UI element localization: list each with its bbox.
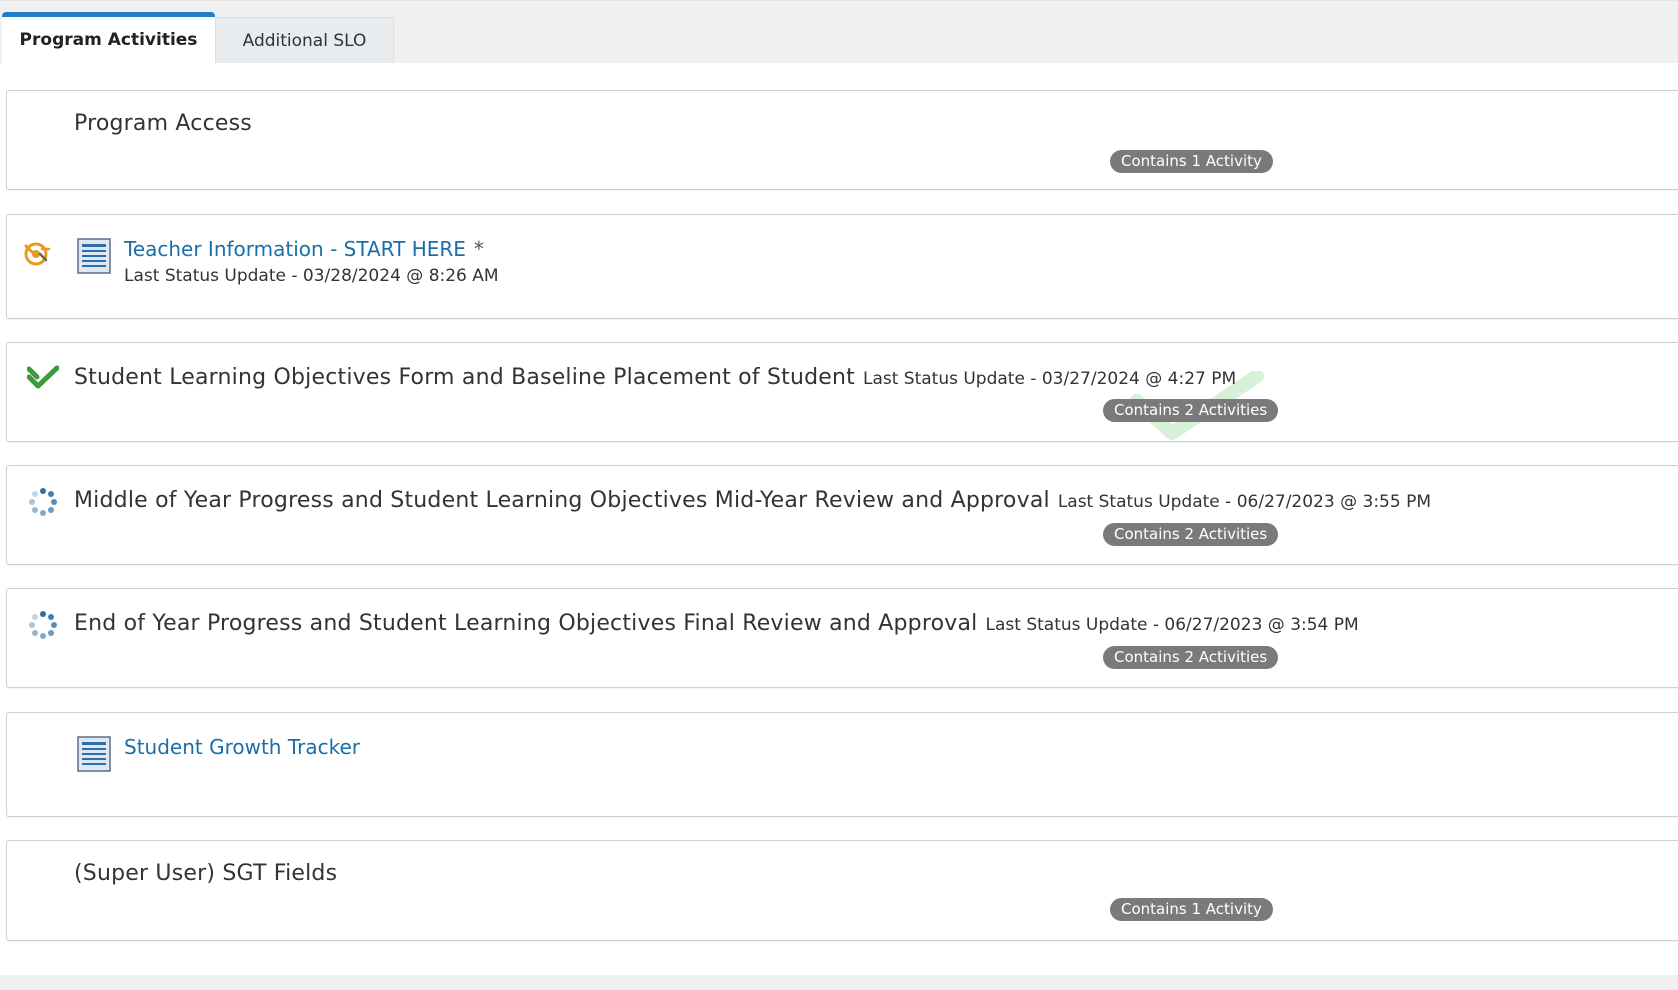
activity-teacher-information: Teacher Information - START HERE * Last S… xyxy=(6,214,1678,319)
loading-spinner-icon xyxy=(29,611,57,639)
required-asterisk-icon: * xyxy=(473,237,484,261)
activity-group-slo-form[interactable]: Student Learning Objectives Form and Bas… xyxy=(6,342,1678,442)
student-growth-tracker-link[interactable]: Student Growth Tracker xyxy=(124,735,360,759)
activity-group-title: End of Year Progress and Student Learnin… xyxy=(74,611,978,636)
activity-count-badge: Contains 2 Activities xyxy=(1103,399,1279,422)
loading-spinner-icon xyxy=(29,488,57,516)
activity-group-title: (Super User) SGT Fields xyxy=(74,861,338,886)
page-footer-bar xyxy=(0,975,1678,990)
activity-count-badge: Contains 2 Activities xyxy=(1103,523,1279,546)
activity-count-badge: Contains 1 Activity xyxy=(1110,898,1273,921)
tab-program-activities[interactable]: Program Activities xyxy=(2,12,215,63)
last-status-update: Last Status Update - 06/27/2023 @ 3:54 P… xyxy=(985,615,1359,635)
activity-group-title: Program Access xyxy=(74,111,252,136)
last-status-update: Last Status Update - 06/27/2023 @ 3:55 P… xyxy=(1057,492,1431,512)
activity-group-title: Middle of Year Progress and Student Lear… xyxy=(74,488,1050,513)
activity-group-title: Student Learning Objectives Form and Bas… xyxy=(74,365,855,390)
activity-group-end-of-year[interactable]: End of Year Progress and Student Learnin… xyxy=(6,588,1678,688)
tab-additional-slo[interactable]: Additional SLO xyxy=(215,17,394,63)
in-progress-icon xyxy=(24,242,51,266)
document-icon xyxy=(77,736,111,772)
complete-checkmark-icon xyxy=(27,365,59,389)
teacher-information-link[interactable]: Teacher Information - START HERE xyxy=(124,237,466,261)
tab-bar: Program Activities Additional SLO xyxy=(0,0,1678,63)
activity-student-growth-tracker: Student Growth Tracker xyxy=(6,712,1678,817)
activity-count-badge: Contains 1 Activity xyxy=(1110,150,1273,173)
last-status-update: Last Status Update - 03/28/2024 @ 8:26 A… xyxy=(124,266,499,286)
last-status-update: Last Status Update - 03/27/2024 @ 4:27 P… xyxy=(862,369,1237,389)
activity-group-program-access[interactable]: Program Access Contains 1 Activity xyxy=(6,90,1678,190)
activity-group-mid-year[interactable]: Middle of Year Progress and Student Lear… xyxy=(6,465,1678,565)
activity-group-sgt-fields[interactable]: (Super User) SGT Fields Contains 1 Activ… xyxy=(6,840,1678,941)
document-icon xyxy=(77,238,111,274)
activity-count-badge: Contains 2 Activities xyxy=(1103,646,1279,669)
